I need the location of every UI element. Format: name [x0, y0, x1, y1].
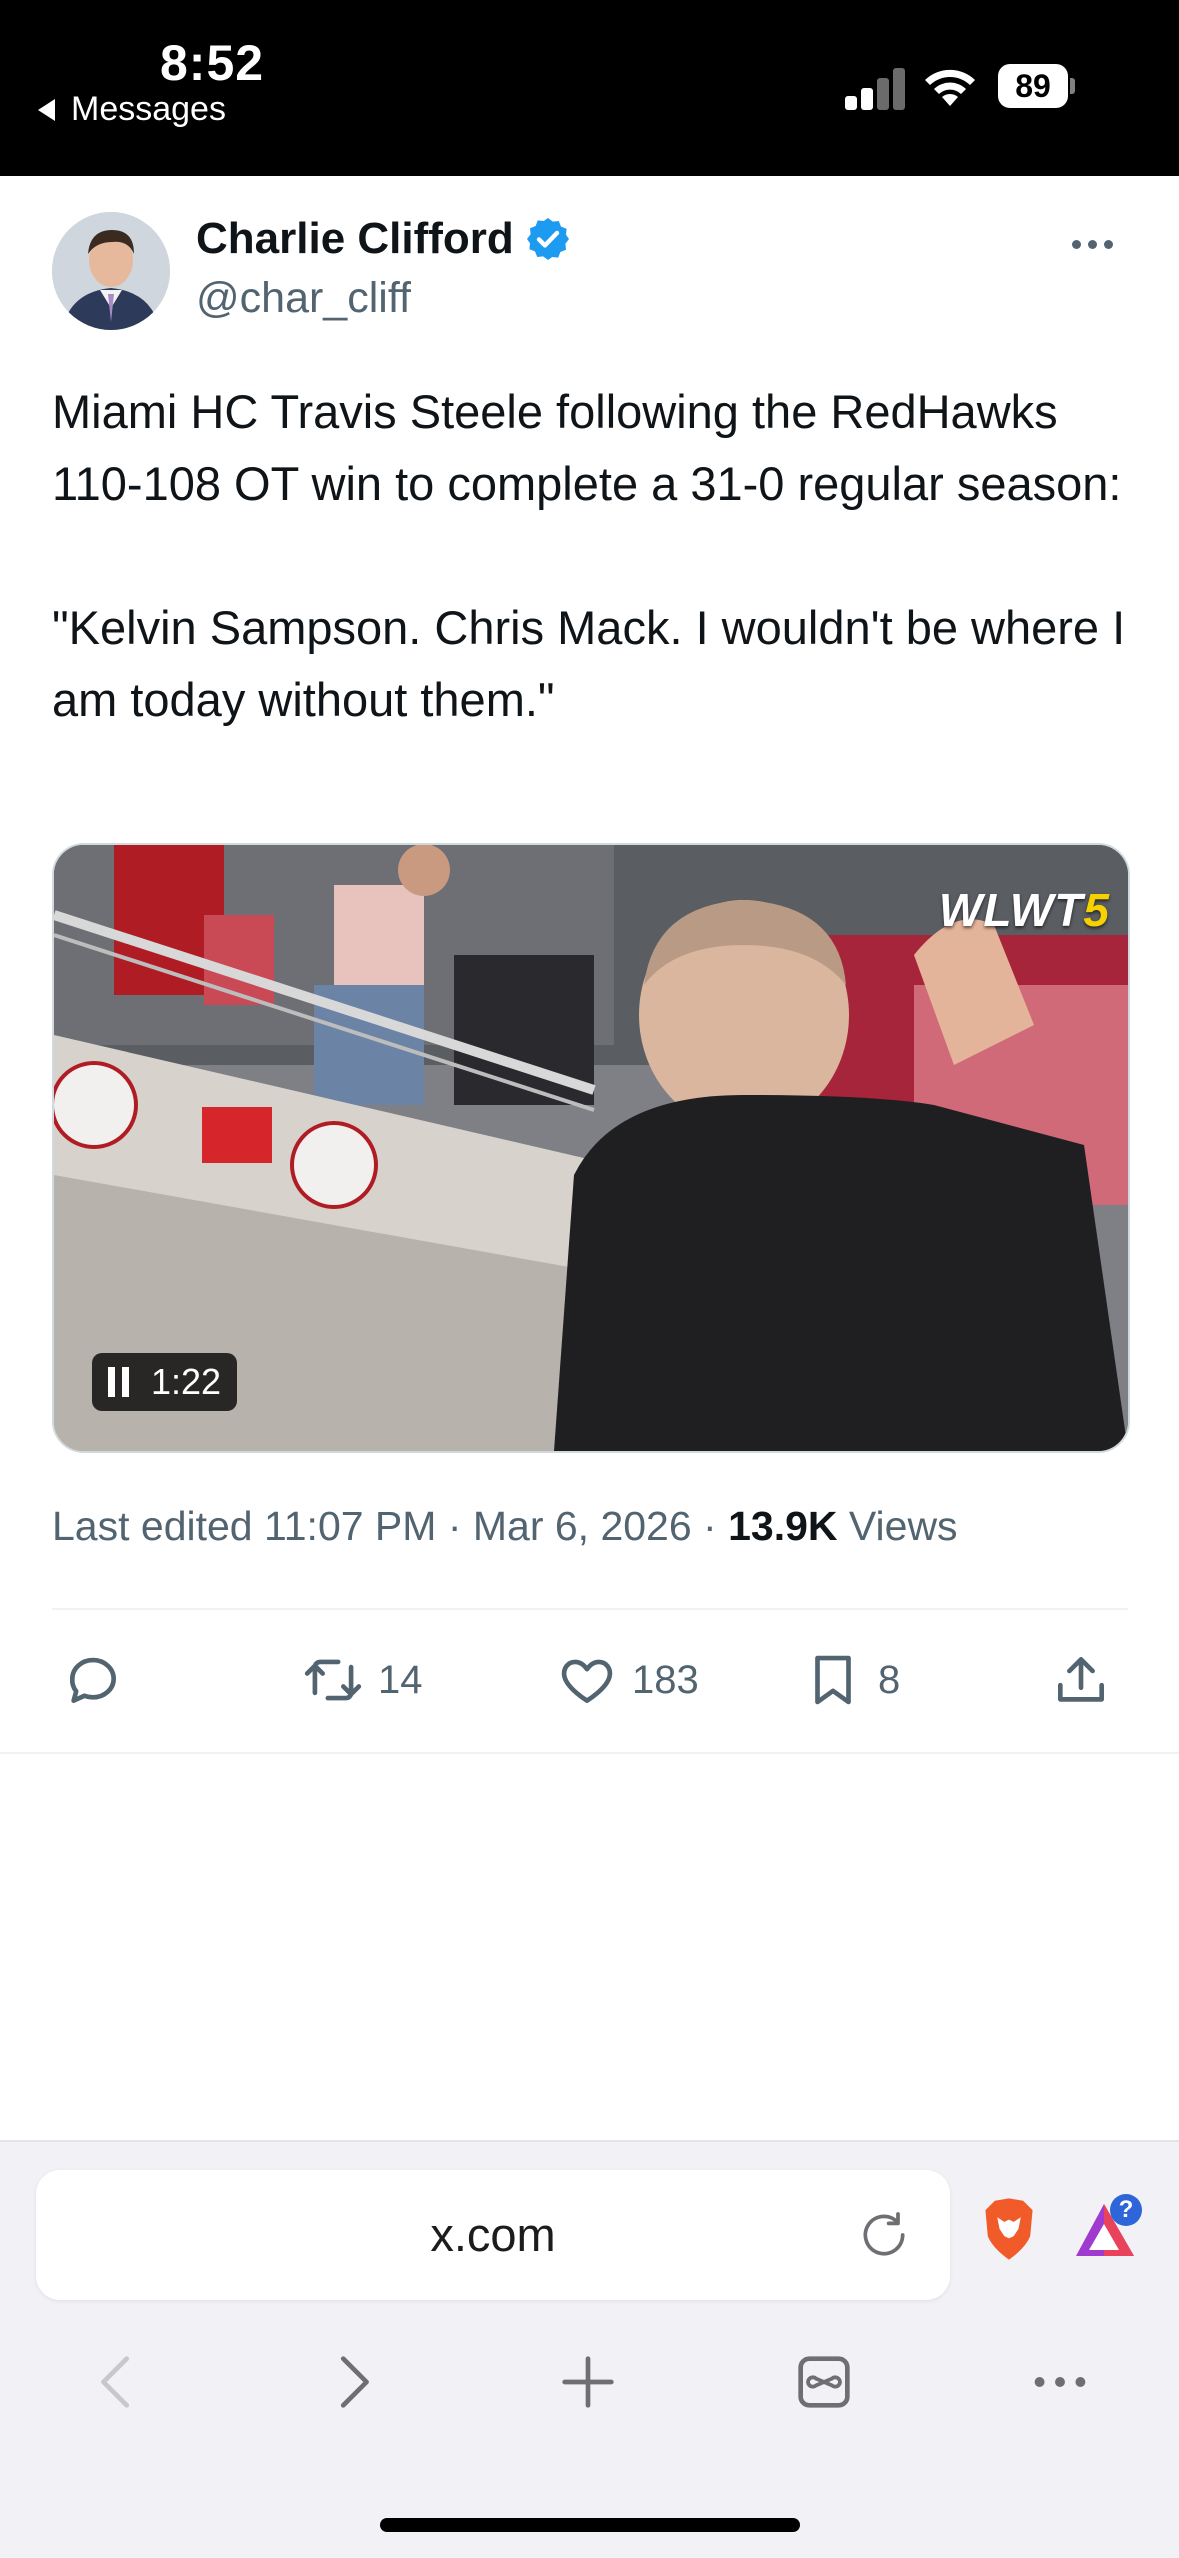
tweet-video[interactable]: WLWT5 1:22: [52, 843, 1130, 1453]
divider: [52, 1608, 1128, 1610]
cellular-signal-icon: [845, 68, 905, 110]
back-label: Messages: [71, 90, 226, 128]
bookmark-count: 8: [878, 1657, 901, 1702]
bookmark-button[interactable]: 8: [802, 1640, 900, 1720]
watermark-number: 5: [1083, 884, 1110, 936]
brave-lion-icon[interactable]: [980, 2196, 1038, 2262]
browser-toolbar: x.com ?: [0, 2140, 1179, 2558]
tabs-button[interactable]: [784, 2342, 864, 2422]
menu-icon: [1034, 2377, 1086, 2387]
video-controls[interactable]: 1:22: [92, 1353, 238, 1411]
tweet-meta: Last edited 11:07 PM · Mar 6, 2026 · 13.…: [52, 1503, 958, 1550]
like-button[interactable]: 183: [556, 1640, 699, 1720]
back-icon: [101, 2356, 130, 2408]
bookmark-icon: [815, 1655, 851, 1705]
new-tab-icon: [562, 2356, 614, 2408]
like-icon: [561, 1659, 613, 1703]
author-name-row[interactable]: Charlie Clifford: [196, 214, 572, 264]
rewards-badge-text: ?: [1118, 2196, 1134, 2223]
wifi-icon: [925, 69, 975, 106]
tweet-actions: 14 183 8: [0, 1640, 1179, 1720]
reply-button[interactable]: [62, 1640, 124, 1720]
forward-button[interactable]: [312, 2342, 392, 2422]
back-button[interactable]: [78, 2342, 158, 2422]
forward-icon: [340, 2356, 369, 2408]
edited-timestamp[interactable]: Last edited 11:07 PM · Mar 6, 2026 ·: [52, 1503, 728, 1549]
like-count: 183: [632, 1657, 699, 1702]
author-avatar[interactable]: [52, 212, 170, 330]
share-button[interactable]: [1050, 1640, 1112, 1720]
clock: 8:52: [160, 35, 265, 91]
divider: [0, 1752, 1179, 1754]
retweet-icon: [304, 1659, 362, 1701]
pause-icon[interactable]: [108, 1367, 129, 1397]
wlwt-watermark: WLWT5: [939, 883, 1110, 937]
battery-indicator: 89: [998, 64, 1075, 108]
views-label: Views: [837, 1503, 958, 1549]
brave-rewards-icon[interactable]: ?: [1074, 2194, 1146, 2266]
verified-badge-icon: [526, 218, 569, 260]
author-name[interactable]: Charlie Clifford: [196, 214, 514, 264]
watermark-text: WLWT: [938, 884, 1084, 936]
views-count: 13.9K: [728, 1503, 838, 1549]
share-icon: [1058, 1657, 1104, 1702]
retweet-button[interactable]: 14: [302, 1640, 423, 1720]
status-bar: 8:52 Messages 89: [0, 0, 1179, 176]
back-to-messages[interactable]: Messages: [38, 90, 226, 129]
battery-level: 89: [998, 64, 1068, 108]
new-tab-button[interactable]: [548, 2342, 628, 2422]
tabs-icon: [798, 2356, 850, 2408]
menu-button[interactable]: [1020, 2342, 1100, 2422]
author-handle[interactable]: @char_cliff: [196, 274, 411, 323]
address-bar[interactable]: x.com: [36, 2170, 950, 2300]
video-duration: 1:22: [151, 1361, 222, 1402]
url-text[interactable]: x.com: [36, 2170, 950, 2300]
more-options-icon[interactable]: [1072, 226, 1122, 262]
reply-icon: [70, 1657, 116, 1703]
back-triangle-icon: [38, 98, 55, 121]
retweet-count: 14: [378, 1657, 423, 1702]
reload-icon[interactable]: [856, 2207, 912, 2263]
tweet-text: Miami HC Travis Steele following the Red…: [52, 385, 1126, 726]
home-indicator[interactable]: [380, 2518, 800, 2532]
